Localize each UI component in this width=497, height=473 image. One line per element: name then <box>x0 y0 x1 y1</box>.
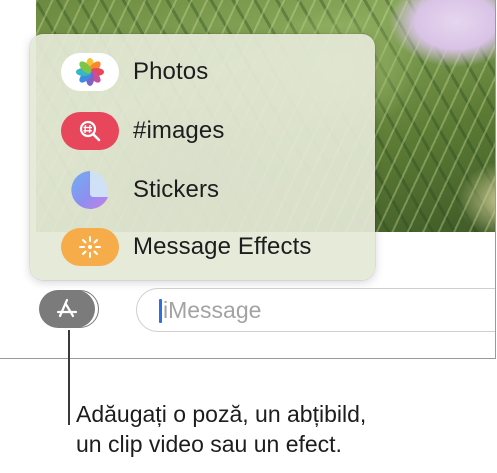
callout-line <box>68 330 70 425</box>
images-search-icon <box>61 112 119 150</box>
menu-item-stickers-label: Stickers <box>133 176 220 203</box>
menu-item-images-label: #images <box>133 117 225 144</box>
imessage-input[interactable]: iMessage <box>136 288 495 332</box>
imessage-placeholder: iMessage <box>163 297 262 323</box>
photos-icon <box>61 53 119 91</box>
caption-line-1: Adăugați o poză, un abțibild, <box>76 401 367 427</box>
menu-item-images[interactable]: #images <box>30 105 375 157</box>
sticker-icon <box>61 171 119 209</box>
caption-line-2: un clip video sau un efect. <box>76 431 342 457</box>
menu-item-photos-label: Photos <box>133 58 209 85</box>
sparkle-effects-icon <box>61 228 119 266</box>
apps-button[interactable] <box>39 290 99 328</box>
menu-item-stickers[interactable]: Stickers <box>30 164 375 216</box>
menu-item-message-effects-label: Message Effects <box>133 233 312 260</box>
app-store-icon <box>39 290 95 328</box>
menu-item-message-effects[interactable]: Message Effects <box>30 221 375 273</box>
menu-item-photos[interactable]: Photos <box>30 46 375 98</box>
callout-caption: Adăugați o poză, un abțibild, un clip vi… <box>76 399 496 459</box>
messages-window: Photos #images Stickers Message Effects … <box>0 0 496 359</box>
text-cursor <box>159 299 162 323</box>
apps-popup-menu: Photos #images Stickers Message Effects <box>30 34 375 280</box>
